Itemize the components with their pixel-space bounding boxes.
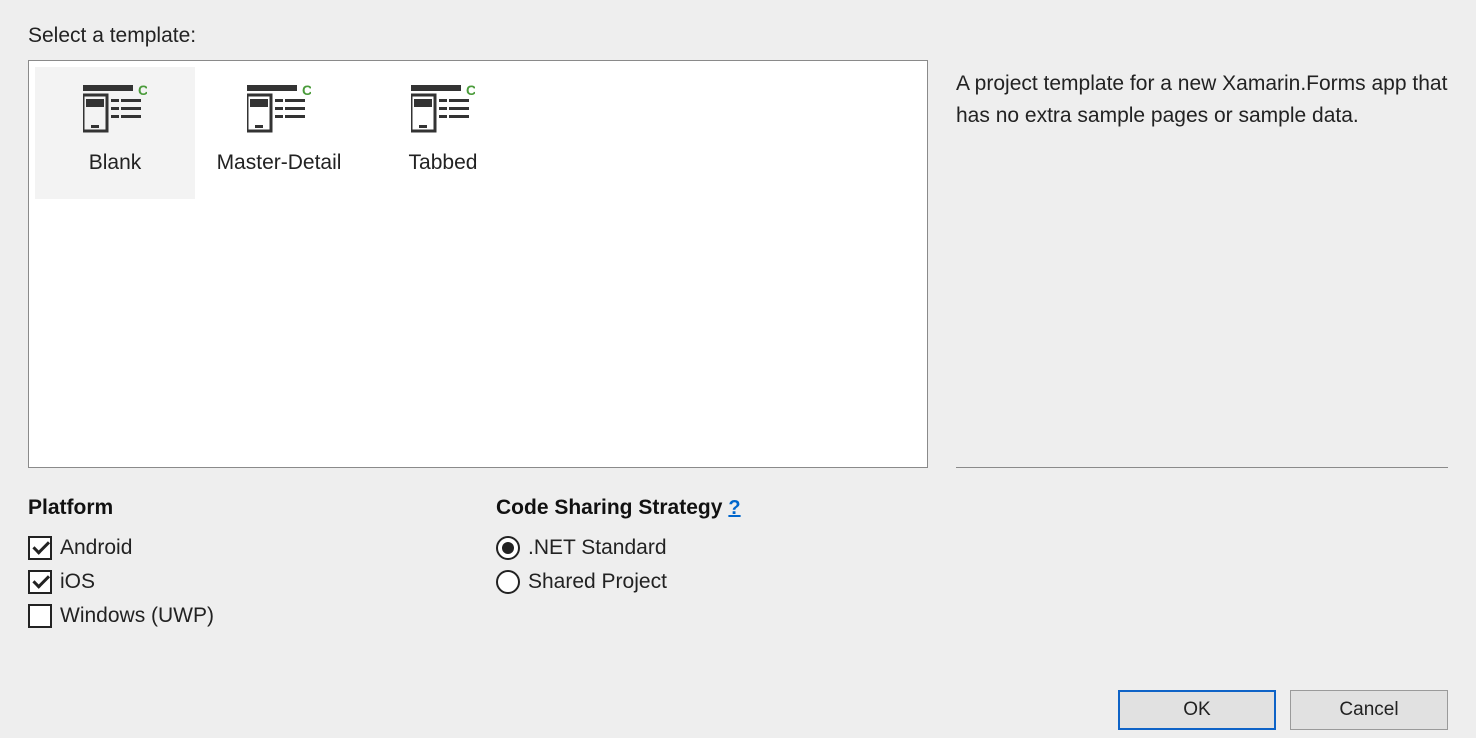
blank-template-icon: C# bbox=[83, 81, 147, 137]
code-sharing-group: Code Sharing Strategy ? .NET Standard Sh… bbox=[496, 496, 741, 638]
template-description: A project template for a new Xamarin.For… bbox=[956, 68, 1448, 131]
radio-shared-project[interactable] bbox=[496, 570, 520, 594]
master-detail-template-icon: C# bbox=[247, 81, 311, 137]
checkbox-label: Android bbox=[60, 536, 132, 560]
platform-option-android[interactable]: Android bbox=[28, 536, 496, 560]
code-sharing-title: Code Sharing Strategy ? bbox=[496, 496, 741, 520]
platform-group: Platform Android iOS Windows (UWP) bbox=[28, 496, 496, 638]
description-column: A project template for a new Xamarin.For… bbox=[956, 60, 1448, 468]
code-sharing-option-net-standard[interactable]: .NET Standard bbox=[496, 536, 741, 560]
help-link[interactable]: ? bbox=[728, 497, 740, 520]
code-sharing-title-text: Code Sharing Strategy bbox=[496, 496, 722, 520]
tabbed-template-icon: C# bbox=[411, 81, 475, 137]
main-row: C# Blank C# bbox=[28, 60, 1448, 468]
ok-button[interactable]: OK bbox=[1118, 690, 1276, 730]
radio-label: Shared Project bbox=[528, 570, 667, 594]
dialog-button-row: OK Cancel bbox=[1118, 690, 1448, 730]
svg-text:C#: C# bbox=[466, 85, 475, 98]
platform-title: Platform bbox=[28, 496, 496, 520]
checkbox-windows[interactable] bbox=[28, 604, 52, 628]
platform-option-ios[interactable]: iOS bbox=[28, 570, 496, 594]
platform-option-windows[interactable]: Windows (UWP) bbox=[28, 604, 496, 628]
cancel-button[interactable]: Cancel bbox=[1290, 690, 1448, 730]
checkbox-android[interactable] bbox=[28, 536, 52, 560]
checkbox-label: iOS bbox=[60, 570, 95, 594]
template-label: Tabbed bbox=[409, 151, 478, 175]
template-item-master-detail[interactable]: C# Master-Detail bbox=[199, 67, 359, 199]
template-item-blank[interactable]: C# Blank bbox=[35, 67, 195, 199]
description-divider bbox=[956, 467, 1448, 468]
svg-text:C#: C# bbox=[302, 85, 311, 98]
radio-net-standard[interactable] bbox=[496, 536, 520, 560]
template-label: Master-Detail bbox=[217, 151, 342, 175]
template-item-tabbed[interactable]: C# Tabbed bbox=[363, 67, 523, 199]
checkbox-label: Windows (UWP) bbox=[60, 604, 214, 628]
options-row: Platform Android iOS Windows (UWP) Code … bbox=[28, 496, 1448, 638]
template-label: Blank bbox=[89, 151, 142, 175]
template-list-box: C# Blank C# bbox=[28, 60, 928, 468]
checkbox-ios[interactable] bbox=[28, 570, 52, 594]
svg-text:C#: C# bbox=[138, 85, 147, 98]
code-sharing-option-shared-project[interactable]: Shared Project bbox=[496, 570, 741, 594]
select-template-label: Select a template: bbox=[28, 24, 1448, 48]
radio-label: .NET Standard bbox=[528, 536, 667, 560]
